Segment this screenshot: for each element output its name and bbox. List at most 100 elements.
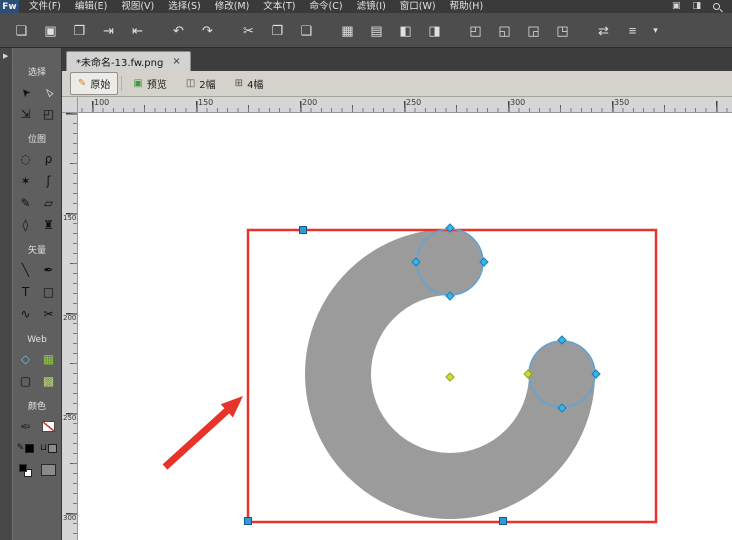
fireworks-window: Fw 文件(F)编辑(E)视图(V)选择(S)修改(M)文本(T)命令(C)滤镜… (0, 0, 732, 540)
pointer-tool[interactable]: ➤ (14, 81, 37, 103)
workspace-layout-icon[interactable]: ◨ (692, 0, 701, 13)
view-4up-button[interactable]: ⊞ 4幅 (227, 72, 272, 95)
stamp-tool[interactable]: ♜ (37, 214, 60, 236)
horizontal-ruler[interactable]: 100 150 200 250 300 350 (78, 97, 732, 113)
eraser-tool[interactable]: ▱ (37, 192, 60, 214)
view-preview-button[interactable]: ▣ 预览 (125, 72, 174, 95)
menu-help[interactable]: 帮助(H) (443, 0, 491, 13)
preview-image-icon: ▣ (133, 79, 142, 89)
group-button[interactable]: ▦ (334, 18, 361, 42)
menu-filters[interactable]: 滤镜(I) (350, 0, 393, 13)
text-tool[interactable]: T (14, 281, 37, 303)
cut-button[interactable]: ✂ (235, 18, 262, 42)
tools-panel: 选择 ➤▻⇲◰ 位图 ◌ρ✶ʃ✎▱◊♜ 矢量 ╲✒T□∿✂ Web (12, 48, 62, 540)
blur-tool[interactable]: ◊ (14, 214, 37, 236)
vertical-ruler[interactable]: 150 200 250 300 (62, 113, 78, 540)
lasso-tool[interactable]: ρ (37, 148, 60, 170)
scale-tool[interactable]: ⇲ (14, 103, 37, 125)
undo-button[interactable]: ↶ (165, 18, 192, 42)
current-fill-button[interactable] (37, 459, 60, 481)
bring-to-front-button[interactable]: ◰ (462, 18, 489, 42)
eyedropper-tool[interactable]: ✑ (14, 415, 37, 437)
view-2up-label: 2幅 (199, 76, 215, 91)
tools-dock: ▶ 选择 ➤▻⇲◰ 位图 ◌ρ✶ʃ✎▱◊♜ 矢量 ╲✒T□∿✂ (0, 48, 62, 540)
pen-tool[interactable]: ✒ (37, 259, 60, 281)
red-annotation-arrow (163, 396, 243, 470)
document-tab-title: *未命名-13.fw.png (76, 54, 163, 69)
menu-edit[interactable]: 编辑(E) (68, 0, 114, 13)
menu-bar: Fw 文件(F)编辑(E)视图(V)选择(S)修改(M)文本(T)命令(C)滤镜… (0, 0, 732, 13)
menu-view[interactable]: 视图(V) (114, 0, 161, 13)
view-original-label: 原始 (90, 76, 110, 91)
panel-collapse-arrow-icon[interactable]: ▶ (3, 52, 8, 60)
subselection-tool[interactable]: ▻ (37, 81, 60, 103)
align-dropdown[interactable]: ▾ (648, 18, 663, 42)
import-button[interactable]: ⇥ (95, 18, 122, 42)
align-button[interactable]: ≡ (619, 18, 646, 42)
menubar-right-icons: ▣ ◨ (672, 0, 732, 13)
slice-tool[interactable]: ▦ (37, 348, 60, 370)
send-to-back-button[interactable]: ◳ (549, 18, 576, 42)
freeform-tool[interactable]: ∿ (14, 303, 37, 325)
yellow-diamond-handles[interactable] (446, 370, 532, 381)
default-colors-button[interactable] (14, 459, 37, 481)
knife-tool[interactable]: ✂ (37, 303, 60, 325)
menu-commands[interactable]: 命令(C) (303, 0, 350, 13)
view-original-button[interactable]: ✎ 原始 (70, 72, 118, 95)
menu-text[interactable]: 文本(T) (256, 0, 302, 13)
paste-button[interactable]: ❑ (293, 18, 320, 42)
swap-button[interactable]: ⇄ (590, 18, 617, 42)
union-button[interactable]: ◧ (392, 18, 419, 42)
main-toolbar: ❏▣❒⇥⇤ ↶↷ ✂❐❑ ▦▤◧◨ ◰◱◲◳ ⇄≡▾ (0, 13, 732, 48)
redo-button[interactable]: ↷ (194, 18, 221, 42)
rectangle-tool[interactable]: □ (37, 281, 60, 303)
document-area: *未命名-13.fw.png × ✎ 原始 ▣ 预览 ◫ 2幅 ⊞ 4幅 (62, 48, 732, 540)
display-mode-bar: ✎ 原始 ▣ 预览 ◫ 2幅 ⊞ 4幅 (62, 71, 732, 97)
send-backward-button[interactable]: ◲ (520, 18, 547, 42)
default-colors-icon (19, 464, 32, 477)
tool-section-label: 矢量 (13, 244, 61, 259)
dock-strip: ▶ (0, 48, 12, 540)
search-icon[interactable] (713, 3, 720, 10)
open-button[interactable]: ❒ (66, 18, 93, 42)
ruler-corner[interactable] (62, 97, 78, 113)
menu-file[interactable]: 文件(F) (22, 0, 68, 13)
line-tool[interactable]: ╲ (14, 259, 37, 281)
copy-button[interactable]: ❐ (264, 18, 291, 42)
new-document-button[interactable]: ❏ (8, 18, 35, 42)
close-tab-icon[interactable]: × (172, 57, 180, 67)
menu-modify[interactable]: 修改(M) (208, 0, 257, 13)
brush-tool[interactable]: ʃ (37, 170, 60, 192)
no-color-button[interactable] (37, 415, 60, 437)
show-slices-tool[interactable]: ▩ (37, 370, 60, 392)
separator (121, 76, 122, 91)
tool-section-vector: 矢量 ╲✒T□∿✂ (13, 244, 61, 325)
fill-color-swatch (48, 444, 57, 453)
pencil-tool[interactable]: ✎ (14, 192, 37, 214)
document-canvas[interactable] (78, 113, 732, 540)
marquee-tool[interactable]: ◌ (14, 148, 37, 170)
document-tab[interactable]: *未命名-13.fw.png × (66, 51, 191, 71)
ruler-label: 200 (302, 98, 317, 107)
view-2up-button[interactable]: ◫ 2幅 (178, 72, 224, 95)
fireworks-logo: Fw (0, 0, 19, 13)
split-button[interactable]: ◨ (421, 18, 448, 42)
menu-select[interactable]: 选择(S) (161, 0, 207, 13)
save-button[interactable]: ▣ (37, 18, 64, 42)
menu-window[interactable]: 窗口(W) (393, 0, 443, 13)
bring-forward-button[interactable]: ◱ (491, 18, 518, 42)
magic-wand-tool[interactable]: ✶ (14, 170, 37, 192)
pencil-icon: ✎ (78, 79, 86, 89)
stroke-color-well[interactable]: ✎ (14, 437, 37, 459)
panel-window-icon[interactable]: ▣ (672, 0, 681, 13)
hide-slices-tool[interactable]: ▢ (14, 370, 37, 392)
ungroup-button[interactable]: ▤ (363, 18, 390, 42)
crop-tool[interactable]: ◰ (37, 103, 60, 125)
export-button[interactable]: ⇤ (124, 18, 151, 42)
hotspot-tool[interactable]: ◇ (14, 348, 37, 370)
four-up-icon: ⊞ (235, 79, 243, 89)
ruler-label: 250 (406, 98, 421, 107)
no-color-swatch (42, 421, 55, 432)
fill-color-well[interactable]: ⊔ (37, 437, 60, 459)
ruler-label: 200 (63, 314, 76, 322)
